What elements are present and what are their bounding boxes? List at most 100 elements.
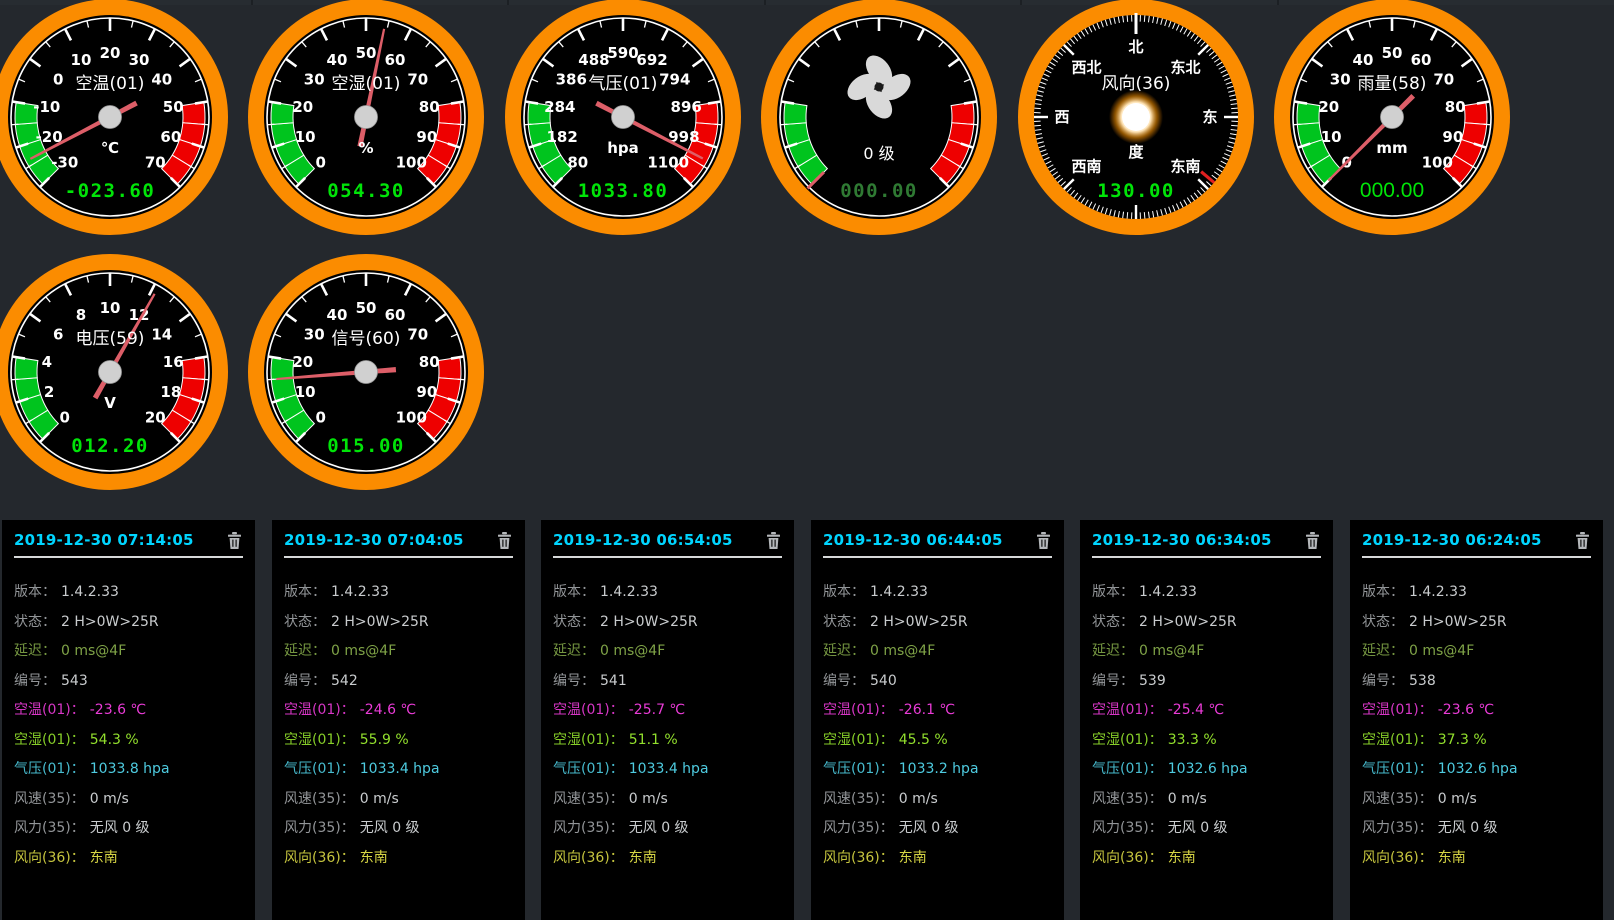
- record-field-label: 状态：: [14, 614, 56, 630]
- card-header: 2019-12-30 06:34:05: [1092, 528, 1321, 558]
- record-field-label: 空湿(01)：: [1092, 732, 1163, 748]
- record-field-value: 1032.6 hpa: [1168, 761, 1248, 777]
- record-row: 气压(01)：1032.6 hpa: [1362, 755, 1591, 785]
- record-field-value: 无风 0 级: [360, 820, 420, 836]
- record-timestamp: 2019-12-30 06:24:05: [1362, 531, 1542, 549]
- record-field-label: 编号：: [553, 673, 595, 689]
- record-row: 风速(35)： 0 m/s: [1362, 785, 1591, 815]
- record-field-label: 气压(01)：: [823, 761, 894, 777]
- record-field-label: 风向(36)：: [1362, 850, 1433, 866]
- record-field-label: 空湿(01)：: [1362, 732, 1433, 748]
- record-field-value: 2 H>0W>25R: [331, 614, 429, 630]
- record-field-label: 延迟：: [284, 643, 326, 659]
- record-row: 风力(35)：无风 0 级: [553, 814, 782, 844]
- record-field-value: 0 m/s: [1168, 791, 1207, 807]
- record-row: 状态：2 H>0W>25R: [1092, 608, 1321, 638]
- record-field-value: 51.1 %: [629, 732, 678, 748]
- record-row: 气压(01)： 1033.2 hpa: [823, 755, 1052, 785]
- trash-icon[interactable]: [227, 532, 243, 549]
- record-field-label: 空湿(01)：: [553, 732, 624, 748]
- record-field-value: 0 ms@4F: [1409, 643, 1474, 659]
- record-row: 版本：1.4.2.33: [1092, 578, 1321, 608]
- record-row: 空温(01)：-23.6 ℃: [1362, 696, 1591, 726]
- record-field-value: 1033.2 hpa: [899, 761, 979, 777]
- record-field-label: 延迟：: [553, 643, 595, 659]
- record-field-label: 版本：: [823, 584, 865, 600]
- record-field-label: 气压(01)：: [284, 761, 355, 777]
- record-field-label: 编号：: [1092, 673, 1134, 689]
- record-field-value: 0 m/s: [1438, 791, 1477, 807]
- record-card: 2019-12-30 07:04:05版本：1.4.2.33状态：2 H>0W>…: [272, 520, 525, 920]
- record-row: 气压(01)：1033.4 hpa: [284, 755, 513, 785]
- trash-icon[interactable]: [766, 532, 782, 549]
- record-field-label: 空温(01)：: [14, 702, 85, 718]
- record-row: 风速(35)： 0 m/s: [1092, 785, 1321, 815]
- record-row: 空湿(01)：33.3 %: [1092, 726, 1321, 756]
- record-row: 风速(35)：0 m/s: [14, 785, 243, 815]
- record-timestamp: 2019-12-30 06:54:05: [553, 531, 733, 549]
- record-row: 版本：1.4.2.33: [823, 578, 1052, 608]
- record-field-value: 0 ms@4F: [870, 643, 935, 659]
- record-timestamp: 2019-12-30 07:04:05: [284, 531, 464, 549]
- trash-icon[interactable]: [497, 532, 513, 549]
- record-field-value: 0 ms@4F: [61, 643, 126, 659]
- record-field-value: 0 ms@4F: [331, 643, 396, 659]
- record-rows: 版本：1.4.2.33状态：2 H>0W>25R延迟：0 ms@4F编号：543…: [14, 578, 243, 873]
- record-field-value: -25.4 ℃: [1168, 702, 1224, 718]
- record-row: 状态：2 H>0W>25R: [553, 608, 782, 638]
- card-header: 2019-12-30 06:44:05: [823, 528, 1052, 558]
- trash-icon[interactable]: [1305, 532, 1321, 549]
- record-field-value: 2 H>0W>25R: [600, 614, 698, 630]
- record-row: 风速(35)：0 m/s: [553, 785, 782, 815]
- record-row: 空湿(01)：55.9 %: [284, 726, 513, 756]
- record-field-label: 风速(35)：: [1092, 791, 1163, 807]
- record-field-value: 543: [61, 673, 88, 689]
- record-field-value: 540: [870, 673, 897, 689]
- record-row: 空湿(01)：45.5 %: [823, 726, 1052, 756]
- record-field-value: -24.6 ℃: [360, 702, 416, 718]
- record-field-value: 2 H>0W>25R: [870, 614, 968, 630]
- record-row: 风力(35)：无风 0 级: [1362, 814, 1591, 844]
- record-field-label: 空温(01)：: [284, 702, 355, 718]
- record-row: 气压(01)： 1033.4 hpa: [553, 755, 782, 785]
- record-row: 风力(35)：无风 0 级: [823, 814, 1052, 844]
- record-row: 延迟：0 ms@4F: [1362, 637, 1591, 667]
- record-field-label: 版本：: [1092, 584, 1134, 600]
- record-field-label: 风速(35)：: [1362, 791, 1433, 807]
- record-field-label: 风力(35)：: [14, 820, 85, 836]
- record-field-label: 编号：: [284, 673, 326, 689]
- record-field-value: 1033.8 hpa: [90, 761, 170, 777]
- record-field-label: 空温(01)：: [823, 702, 894, 718]
- record-field-value: 无风 0 级: [90, 820, 150, 836]
- record-row: 空湿(01)： 51.1 %: [553, 726, 782, 756]
- record-field-label: 风向(36)：: [284, 850, 355, 866]
- record-field-value: 1033.4 hpa: [629, 761, 709, 777]
- record-field-value: 542: [331, 673, 358, 689]
- record-row: 风向(36)：东南: [823, 844, 1052, 874]
- record-field-value: 东南: [360, 850, 388, 866]
- record-row: 风速(35)：0 m/s: [823, 785, 1052, 815]
- record-field-label: 气压(01)：: [553, 761, 624, 777]
- trash-icon[interactable]: [1036, 532, 1052, 549]
- record-field-value: 538: [1409, 673, 1436, 689]
- record-row: 编号：539: [1092, 667, 1321, 697]
- record-field-label: 气压(01)：: [14, 761, 85, 777]
- record-field-value: 54.3 %: [90, 732, 139, 748]
- trash-icon[interactable]: [1575, 532, 1591, 549]
- record-field-label: 状态：: [1092, 614, 1134, 630]
- record-field-label: 版本：: [1362, 584, 1404, 600]
- record-field-value: 0 m/s: [899, 791, 938, 807]
- record-field-value: 541: [600, 673, 627, 689]
- record-timestamp: 2019-12-30 06:44:05: [823, 531, 1003, 549]
- record-row: 版本：1.4.2.33: [284, 578, 513, 608]
- record-field-value: 东南: [899, 850, 927, 866]
- record-row: 版本：1.4.2.33: [553, 578, 782, 608]
- record-field-label: 编号：: [14, 673, 56, 689]
- record-row: 空湿(01)：37.3 %: [1362, 726, 1591, 756]
- record-row: 版本：1.4.2.33: [1362, 578, 1591, 608]
- record-row: 状态：2 H>0W>25R: [1362, 608, 1591, 638]
- record-card: 2019-12-30 06:34:05 版本：1.4.2.33状态：2 H>0W>…: [1080, 520, 1333, 920]
- record-row: 风向(36)：东南: [1362, 844, 1591, 874]
- record-row: 延迟： 0 ms@4F: [284, 637, 513, 667]
- record-field-label: 气压(01)：: [1362, 761, 1433, 777]
